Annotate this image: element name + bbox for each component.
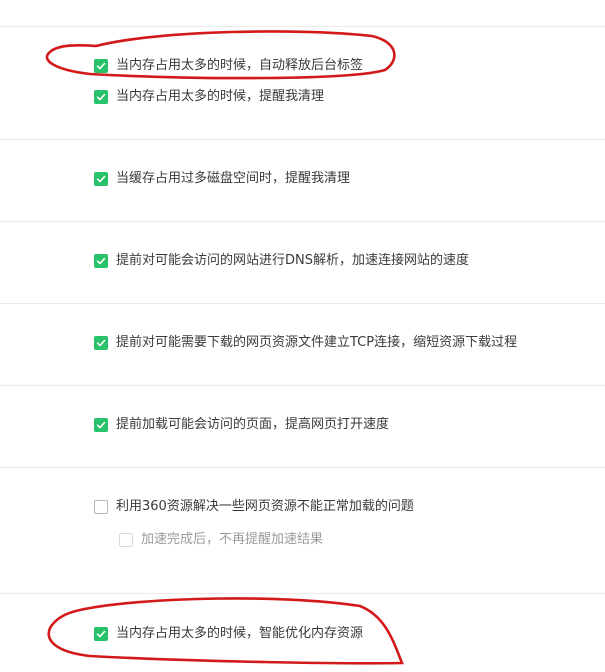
option-label: 提前加载可能会访问的页面，提高网页打开速度 xyxy=(116,417,390,432)
option-label: 提前对可能需要下载的网页资源文件建立TCP连接，缩短资源下载过程 xyxy=(116,335,518,350)
checkbox-checked[interactable] xyxy=(94,627,108,641)
option-label: 当缓存占用过多磁盘空间时，提醒我清理 xyxy=(116,171,351,186)
checkbox-checked[interactable] xyxy=(94,418,108,432)
divider xyxy=(0,385,605,386)
checkmark-icon xyxy=(96,93,106,101)
option-360-resource-fix[interactable]: 利用360资源解决一些网页资源不能正常加载的问题 xyxy=(94,496,414,518)
divider xyxy=(0,26,605,27)
divider xyxy=(0,593,605,594)
option-smart-memory-optimize[interactable]: 当内存占用太多的时候，智能优化内存资源 xyxy=(94,623,363,645)
option-no-acceleration-result-reminder: 加速完成后，不再提醒加速结果 xyxy=(119,529,323,551)
option-dns-prefetch[interactable]: 提前对可能会访问的网站进行DNS解析，加速连接网站的速度 xyxy=(94,250,469,272)
divider xyxy=(0,139,605,140)
checkbox-unchecked[interactable] xyxy=(94,500,108,514)
checkmark-icon xyxy=(96,630,106,638)
option-tcp-preconnect[interactable]: 提前对可能需要下载的网页资源文件建立TCP连接，缩短资源下载过程 xyxy=(94,332,517,354)
divider xyxy=(0,467,605,468)
option-label: 当内存占用太多的时候，提醒我清理 xyxy=(116,89,325,104)
checkbox-checked[interactable] xyxy=(94,254,108,268)
option-disk-cache-cleanup-reminder[interactable]: 当缓存占用过多磁盘空间时，提醒我清理 xyxy=(94,168,350,190)
checkmark-icon xyxy=(96,62,106,70)
option-label: 加速完成后，不再提醒加速结果 xyxy=(141,532,324,547)
option-page-preload[interactable]: 提前加载可能会访问的页面，提高网页打开速度 xyxy=(94,414,389,436)
checkmark-icon xyxy=(96,421,106,429)
divider xyxy=(0,221,605,222)
divider xyxy=(0,303,605,304)
option-label: 当内存占用太多的时候，智能优化内存资源 xyxy=(116,626,364,641)
checkbox-checked[interactable] xyxy=(94,90,108,104)
option-label: 当内存占用太多的时候，自动释放后台标签 xyxy=(116,58,364,73)
checkbox-checked[interactable] xyxy=(94,59,108,73)
checkmark-icon xyxy=(96,339,106,347)
option-label: 提前对可能会访问的网站进行DNS解析，加速连接网站的速度 xyxy=(116,253,469,268)
checkbox-disabled xyxy=(119,533,133,547)
option-label: 利用360资源解决一些网页资源不能正常加载的问题 xyxy=(116,499,414,514)
option-auto-release-background-tabs[interactable]: 当内存占用太多的时候，自动释放后台标签 xyxy=(94,55,363,77)
checkbox-checked[interactable] xyxy=(94,172,108,186)
checkmark-icon xyxy=(96,175,106,183)
checkbox-checked[interactable] xyxy=(94,336,108,350)
checkmark-icon xyxy=(96,257,106,265)
option-memory-cleanup-reminder[interactable]: 当内存占用太多的时候，提醒我清理 xyxy=(94,86,324,108)
